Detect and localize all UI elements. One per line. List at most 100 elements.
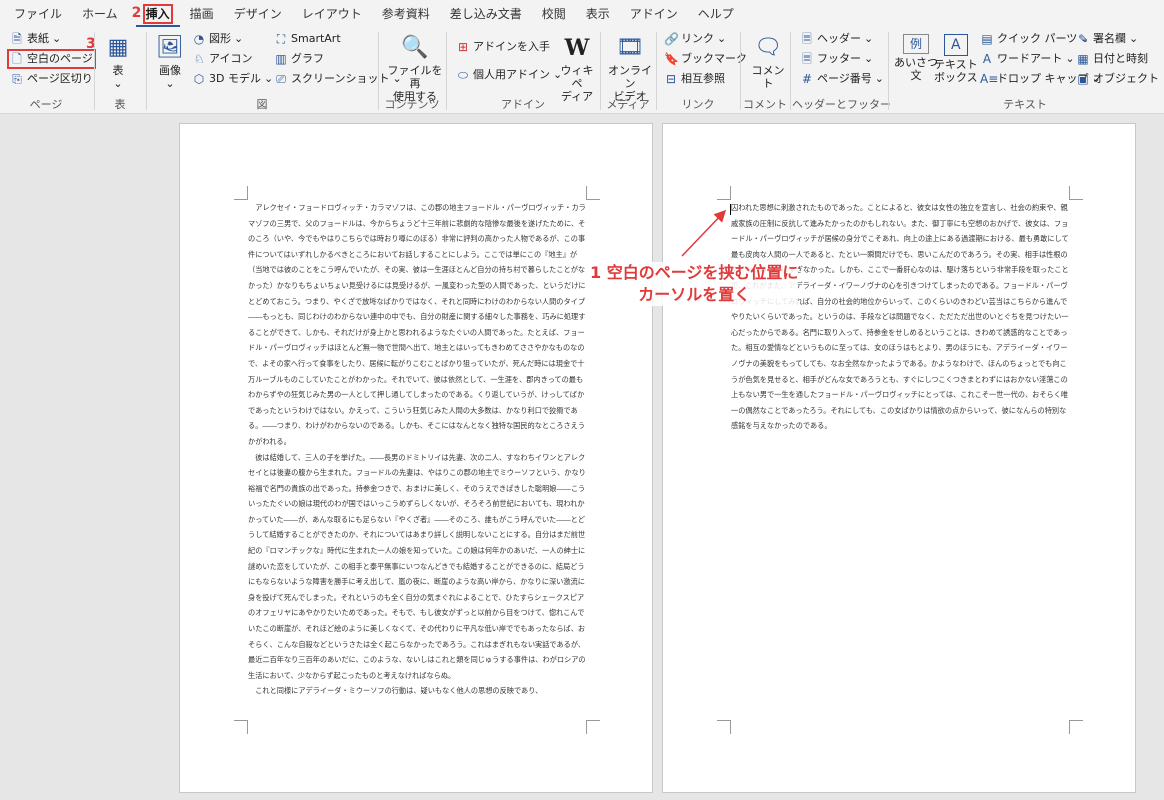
- reuse-files-button[interactable]: 🔍 ファイルを再 使用する: [386, 34, 444, 103]
- page-number-button[interactable]: # ページ番号 ⌄: [800, 72, 884, 86]
- date-time-button[interactable]: ▦ 日付と時刻: [1076, 52, 1148, 66]
- header-button[interactable]: 🗏 ヘッダー ⌄: [800, 32, 873, 46]
- footer-label: フッター: [817, 52, 861, 65]
- online-video-button[interactable]: 🎞 オンライン ビデオ: [606, 34, 654, 103]
- textbox-button[interactable]: A テキスト ボックス: [934, 34, 978, 84]
- my-addins-icon: ⬭: [457, 68, 469, 82]
- tab-help[interactable]: ヘルプ: [688, 1, 744, 27]
- object-button[interactable]: ▣オブジェクト⌄: [1076, 72, 1164, 86]
- tab-layout-label: レイアウト: [301, 7, 362, 21]
- tab-review[interactable]: 校閲: [532, 1, 576, 27]
- chevron-down-icon: ⌄: [113, 77, 123, 90]
- ribbon-tab-bar: ファイル ホーム 2 挿入 描画 デザイン レイアウト 参考資料 差し込み文書 …: [0, 0, 1164, 28]
- group-illustrations: 🖼 画像 ⌄ ◔ 図形 ⌄ ♘ アイコン ⬡ 3D モデル ⌄ ⛶ SmartArt ▥ グラ…: [148, 28, 402, 114]
- cover-page-icon: 🗎: [12, 32, 22, 46]
- chart-button[interactable]: ▥ グラフ: [274, 52, 324, 66]
- icons-label: アイコン: [209, 52, 253, 65]
- shapes-button[interactable]: ◔ 図形 ⌄: [192, 32, 243, 46]
- cover-page-button[interactable]: 🗎 表紙 ⌄: [10, 32, 61, 46]
- wordart-icon: A: [982, 52, 992, 66]
- tab-draw[interactable]: 描画: [180, 1, 224, 27]
- tab-mailings-label: 差し込み文書: [449, 7, 522, 21]
- chevron-down-icon: ⌄: [165, 77, 175, 90]
- cross-reference-label: 相互参照: [681, 72, 725, 85]
- group-content: 🔍 ファイルを再 使用する コンテンツ: [380, 28, 444, 114]
- page-break-button[interactable]: ⎘ ページ区切り: [10, 72, 93, 86]
- group-addins: ⊞ アドインを入手 ⬭ 個人用アドイン ⌄ W ウィキペ ディア アドイン: [448, 28, 598, 114]
- tab-file[interactable]: ファイル: [4, 1, 72, 27]
- my-addins-button[interactable]: ⬭ 個人用アドイン ⌄: [456, 68, 562, 82]
- chevron-down-icon: ⌄: [1129, 32, 1139, 45]
- signature-line-button[interactable]: ✎ 署名欄 ⌄: [1076, 32, 1138, 46]
- tab-mailings[interactable]: 差し込み文書: [440, 1, 532, 27]
- 3d-model-label: 3D モデル: [209, 72, 261, 85]
- separator: [656, 32, 657, 110]
- tab-layout[interactable]: レイアウト: [292, 1, 372, 27]
- tab-design-label: デザイン: [233, 7, 282, 21]
- smartart-button[interactable]: ⛶ SmartArt: [274, 32, 341, 46]
- group-content-label: コンテンツ: [384, 98, 440, 111]
- textbox-icon: A: [943, 34, 968, 56]
- comment-button[interactable]: 🗨 コメント: [748, 34, 788, 90]
- group-media: 🎞 オンライン ビデオ メディア: [602, 28, 654, 114]
- table-button[interactable]: ▦ 表 ⌄: [104, 34, 132, 90]
- document-page-right[interactable]: 囚われた思想に刺激されたものであった。ことによると、彼女は女性の独立を宣言し、社…: [662, 123, 1136, 793]
- my-addins-label: 個人用アドイン: [473, 68, 550, 81]
- group-pages: 🗎 表紙 ⌄ 3 🗋 空白のページ ⎘ ページ区切り ページ: [0, 28, 96, 114]
- picture-label: 画像: [159, 64, 181, 77]
- tab-help-label: ヘルプ: [697, 7, 734, 21]
- tab-view[interactable]: 表示: [576, 1, 620, 27]
- paragraph: アレクセイ・フョードロヴィッチ・カラマゾフは、この郡の地主フョードル・パーヴロヴ…: [248, 203, 586, 446]
- separator: [600, 32, 601, 110]
- group-header-footer: 🗏 ヘッダー ⌄ 🗏 フッター ⌄ # ページ番号 ⌄ ヘッダーとフッター: [792, 28, 891, 114]
- page-break-label: ページ区切り: [27, 72, 93, 85]
- group-links-label: リンク: [681, 98, 715, 111]
- video-icon: 🎞: [616, 35, 644, 60]
- document-page-left[interactable]: アレクセイ・フョードロヴィッチ・カラマゾフは、この郡の地主フョードル・パーヴロヴ…: [179, 123, 653, 793]
- group-addins-label: アドイン: [501, 98, 545, 111]
- page-body-text[interactable]: 囚われた思想に刺激されたものであった。ことによると、彼女は女性の独立を宣言し、社…: [731, 200, 1071, 460]
- tab-references[interactable]: 参考資料: [372, 1, 440, 27]
- smartart-label: SmartArt: [291, 32, 341, 45]
- cube-icon: ⬡: [193, 72, 205, 86]
- tab-design[interactable]: デザイン: [224, 1, 292, 27]
- chart-icon: ▥: [275, 52, 287, 66]
- header-icon: 🗏: [802, 32, 812, 46]
- paragraph: 彼は結婚して、三人の子を挙げた。――長男のドミトリイは先妻、次の二人、すなわちイ…: [248, 452, 586, 680]
- wikipedia-button[interactable]: W ウィキペ ディア: [556, 34, 598, 103]
- instruction-annotation: 1 空白のページを挟む位置に カーソルを置く: [590, 262, 799, 306]
- quick-parts-button[interactable]: ▤ クイック パーツ ⌄: [980, 32, 1089, 46]
- link-icon: 🔗: [664, 32, 679, 46]
- separator: [446, 32, 447, 110]
- bookmark-label: ブックマーク: [681, 52, 747, 65]
- tab-home[interactable]: ホーム: [72, 1, 128, 27]
- group-header-footer-label: ヘッダーとフッター: [792, 98, 891, 111]
- tab-addins[interactable]: アドイン: [620, 1, 688, 27]
- icons-button[interactable]: ♘ アイコン: [192, 52, 253, 66]
- link-button[interactable]: 🔗 リンク ⌄: [664, 32, 726, 46]
- screenshot-label: スクリーンショット: [291, 72, 390, 85]
- drop-cap-icon: A≡: [980, 72, 999, 86]
- 3d-model-button[interactable]: ⬡ 3D モデル ⌄: [192, 72, 273, 86]
- greeting-label-1: あいさつ: [894, 56, 938, 69]
- get-addins-button[interactable]: ⊞ アドインを入手: [456, 40, 550, 54]
- blank-page-button[interactable]: 🗋 空白のページ: [7, 49, 96, 69]
- footer-button[interactable]: 🗏 フッター ⌄: [800, 52, 873, 66]
- greeting-button[interactable]: 例 あいさつ 文: [894, 34, 938, 82]
- greeting-icon: 例: [903, 34, 929, 54]
- table-button-label: 表: [112, 64, 124, 77]
- group-media-label: メディア: [606, 98, 650, 111]
- picture-button[interactable]: 🖼 画像 ⌄: [156, 34, 184, 90]
- icons-icon: ♘: [193, 52, 205, 66]
- drop-cap-label: ドロップ キャップ: [997, 72, 1089, 85]
- tab-insert[interactable]: 2 挿入: [132, 1, 180, 27]
- textbox-label-2: ボックス: [934, 71, 978, 84]
- link-label: リンク: [681, 32, 714, 45]
- tab-draw-label: 描画: [189, 7, 214, 21]
- wordart-button[interactable]: A ワードアート ⌄: [980, 52, 1075, 66]
- bookmark-button[interactable]: 🔖 ブックマーク: [664, 52, 747, 66]
- cross-reference-button[interactable]: ⊟ 相互参照: [664, 72, 725, 86]
- chevron-down-icon: ⌄: [234, 32, 244, 45]
- page-body-text[interactable]: アレクセイ・フョードロヴィッチ・カラマゾフは、この郡の地主フョードル・パーヴロヴ…: [248, 200, 588, 720]
- comment-icon: 🗨: [754, 35, 782, 60]
